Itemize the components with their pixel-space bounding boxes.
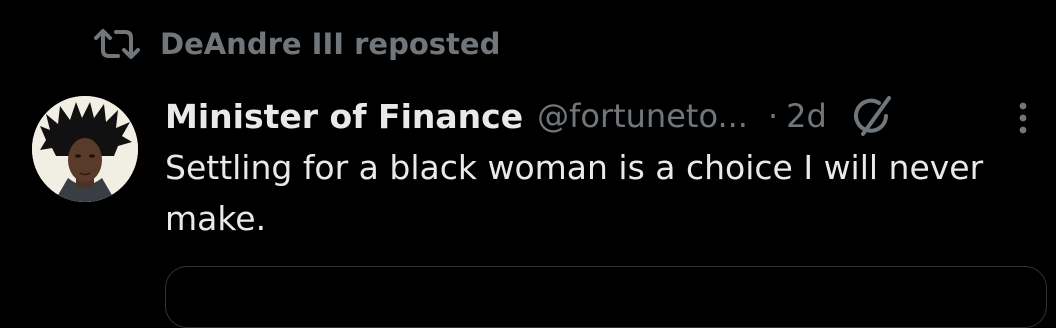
grok-icon[interactable] [851, 94, 895, 138]
quoted-post-card[interactable] [165, 266, 1047, 328]
timestamp[interactable]: 2d [786, 97, 827, 135]
display-name[interactable]: Minister of Finance [165, 97, 523, 136]
post-text: Settling for a black woman is a choice I… [165, 148, 984, 238]
separator-dot: · [767, 97, 779, 135]
post-header: Minister of Finance @fortuneto... · 2d [165, 92, 895, 140]
repost-context[interactable]: DeAndre III reposted [92, 22, 500, 66]
more-options-icon[interactable] [1010, 98, 1036, 138]
user-handle[interactable]: @fortuneto... [537, 97, 748, 135]
avatar[interactable] [32, 96, 138, 202]
repost-label: DeAndre III reposted [160, 27, 501, 61]
repost-icon [92, 26, 142, 62]
